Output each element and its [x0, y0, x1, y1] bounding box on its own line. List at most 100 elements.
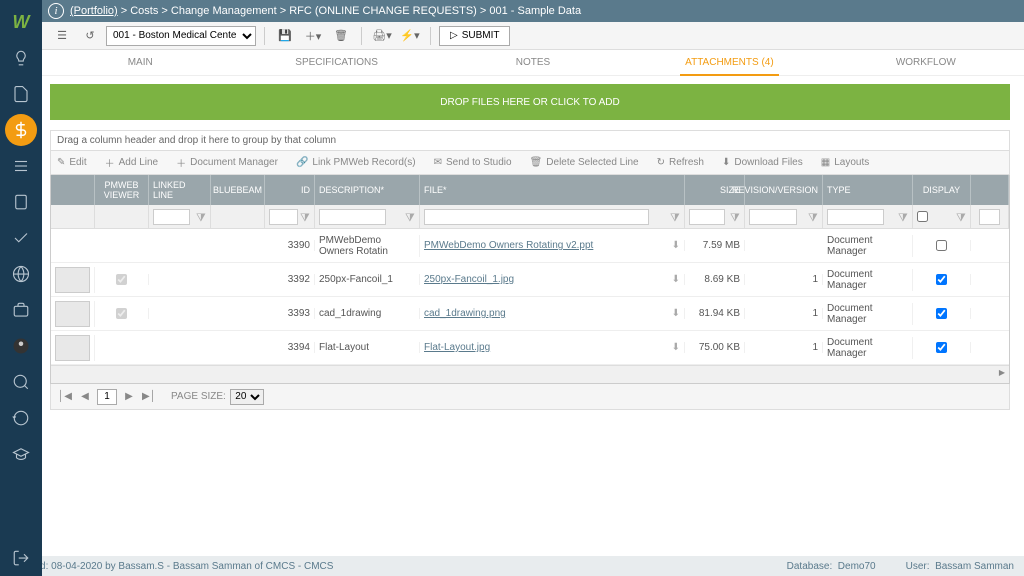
- display-check[interactable]: [936, 342, 947, 353]
- bolt-icon[interactable]: ⚡▾: [398, 25, 422, 47]
- breadcrumb: (Portfolio) > Costs > Change Management …: [70, 5, 581, 17]
- filter-linked[interactable]: [153, 209, 190, 225]
- download-icon[interactable]: ⬇: [672, 240, 680, 251]
- action-download[interactable]: ⬇ Download Files: [722, 157, 803, 168]
- action-delete[interactable]: 🗑 Delete Selected Line: [530, 157, 639, 168]
- pager-size-label: PAGE SIZE:: [171, 391, 226, 402]
- col-bluebeam[interactable]: BLUEBEAM: [211, 175, 265, 205]
- group-by-bar[interactable]: Drag a column header and drop it here to…: [50, 130, 1010, 151]
- file-link[interactable]: Flat-Layout.jpg: [424, 342, 490, 353]
- cell-size: 81.94 KB: [685, 308, 745, 319]
- display-check[interactable]: [936, 308, 947, 319]
- table-row[interactable]: 3394Flat-LayoutFlat-Layout.jpg⬇75.00 KB1…: [51, 331, 1009, 365]
- action-doc-mgr[interactable]: ＋ Document Manager: [176, 155, 278, 170]
- download-icon[interactable]: ⬇: [672, 342, 680, 353]
- col-type[interactable]: TYPE: [823, 175, 913, 205]
- pager-first[interactable]: │◀: [57, 391, 73, 402]
- download-icon[interactable]: ⬇: [672, 274, 680, 285]
- col-file[interactable]: FILE*: [420, 175, 685, 205]
- dropzone[interactable]: DROP FILES HERE OR CLICK TO ADD: [50, 84, 1010, 120]
- nav-check[interactable]: [5, 222, 37, 254]
- action-link-pmweb[interactable]: 🔗 Link PMWeb Record(s): [296, 157, 416, 168]
- nav-list[interactable]: [5, 150, 37, 182]
- table-row[interactable]: 3392250px-Fancoil_1250px-Fancoil_1.jpg⬇8…: [51, 263, 1009, 297]
- project-select[interactable]: 001 - Boston Medical Center - Samp: [106, 26, 256, 46]
- thumbnail: [55, 335, 90, 361]
- filter-size[interactable]: [689, 209, 725, 225]
- display-check[interactable]: [936, 240, 947, 251]
- filter-last[interactable]: [979, 209, 999, 225]
- cell-id: 3392: [265, 274, 315, 285]
- grid-hscroll[interactable]: [51, 365, 1009, 383]
- action-send-studio[interactable]: ✉ Send to Studio: [434, 157, 512, 168]
- cell-desc: Flat-Layout: [315, 342, 420, 353]
- nav-ideas[interactable]: [5, 42, 37, 74]
- action-bar: ✎ Edit ＋ Add Line ＋ Document Manager 🔗 L…: [50, 151, 1010, 175]
- nav-history[interactable]: [5, 402, 37, 434]
- action-refresh[interactable]: ↻ Refresh: [657, 157, 704, 168]
- cell-rev: 1: [745, 308, 823, 319]
- filter-id[interactable]: [269, 209, 298, 225]
- file-link[interactable]: 250px-Fancoil_1.jpg: [424, 274, 514, 285]
- filter-type[interactable]: [827, 209, 884, 225]
- col-pmweb[interactable]: PMWEB VIEWER: [95, 175, 149, 205]
- pager-size[interactable]: 20: [230, 389, 264, 405]
- col-rev[interactable]: REVISION/VERSION: [745, 175, 823, 205]
- pager-last[interactable]: ▶│: [141, 391, 157, 402]
- pager-page[interactable]: [97, 389, 117, 405]
- thumbnail: [55, 267, 90, 293]
- nav-search[interactable]: [5, 366, 37, 398]
- add-icon[interactable]: ＋▾: [301, 25, 325, 47]
- tab-main[interactable]: MAIN: [42, 50, 238, 75]
- save-icon[interactable]: 💾: [273, 25, 297, 47]
- nav-briefcase[interactable]: [5, 294, 37, 326]
- filter-display[interactable]: [917, 211, 928, 222]
- delete-icon[interactable]: 🗑: [329, 25, 353, 47]
- action-edit[interactable]: ✎ Edit: [57, 157, 87, 168]
- download-icon[interactable]: ⬇: [672, 308, 680, 319]
- nav-avatar[interactable]: [5, 330, 37, 362]
- toolbar-list-icon[interactable]: ☰: [50, 25, 74, 47]
- filter-file[interactable]: [424, 209, 649, 225]
- cell-id: 3390: [265, 240, 315, 251]
- filter-desc[interactable]: [319, 209, 386, 225]
- toolbar-undo-icon[interactable]: ↺: [78, 25, 102, 47]
- table-row[interactable]: 3393cad_1drawingcad_1drawing.png⬇81.94 K…: [51, 297, 1009, 331]
- file-link[interactable]: PMWebDemo Owners Rotating v2.ppt: [424, 240, 593, 251]
- grid-filter-row: ⧩ ⧩ ⧩ ⧩ ⧩ ⧩ ⧩ ⧩: [51, 205, 1009, 229]
- pager-next[interactable]: ▶: [121, 391, 137, 402]
- logo[interactable]: W: [5, 6, 37, 38]
- submit-button[interactable]: ▷ SUBMIT: [439, 26, 510, 46]
- nav-education[interactable]: [5, 438, 37, 470]
- tab-attachments[interactable]: ATTACHMENTS (4): [631, 50, 827, 75]
- pager: │◀ ◀ ▶ ▶│ PAGE SIZE: 20: [50, 384, 1010, 410]
- table-row[interactable]: 3390PMWebDemo Owners RotatinPMWebDemo Ow…: [51, 229, 1009, 263]
- col-id[interactable]: ID: [265, 175, 315, 205]
- nav-tablet[interactable]: [5, 186, 37, 218]
- toolbar: ☰ ↺ 001 - Boston Medical Center - Samp 💾…: [42, 22, 1024, 50]
- nav-logout[interactable]: [5, 542, 37, 574]
- cell-type: Document Manager: [823, 235, 913, 257]
- print-icon[interactable]: 🖨▾: [370, 25, 394, 47]
- file-link[interactable]: cad_1drawing.png: [424, 308, 506, 319]
- info-icon[interactable]: i: [48, 3, 64, 19]
- tab-notes[interactable]: NOTES: [435, 50, 631, 75]
- breadcrumb-portfolio[interactable]: (Portfolio): [70, 5, 118, 17]
- tab-specs[interactable]: SPECIFICATIONS: [238, 50, 434, 75]
- cell-id: 3393: [265, 308, 315, 319]
- nav-costs[interactable]: [5, 114, 37, 146]
- tab-workflow[interactable]: WORKFLOW: [828, 50, 1024, 75]
- nav-globe[interactable]: [5, 258, 37, 290]
- action-layouts[interactable]: ▦ Layouts: [821, 157, 869, 168]
- action-add-line[interactable]: ＋ Add Line: [105, 155, 158, 170]
- breadcrumb-path: > Costs > Change Management > RFC (ONLIN…: [118, 5, 581, 17]
- display-check[interactable]: [936, 274, 947, 285]
- col-display[interactable]: DISPLAY: [913, 175, 971, 205]
- pager-prev[interactable]: ◀: [77, 391, 93, 402]
- filter-rev[interactable]: [749, 209, 797, 225]
- col-linked[interactable]: LINKED LINE: [149, 175, 211, 205]
- col-desc[interactable]: DESCRIPTION*: [315, 175, 420, 205]
- thumbnail: [55, 301, 90, 327]
- nav-docs[interactable]: [5, 78, 37, 110]
- tabs: MAIN SPECIFICATIONS NOTES ATTACHMENTS (4…: [42, 50, 1024, 76]
